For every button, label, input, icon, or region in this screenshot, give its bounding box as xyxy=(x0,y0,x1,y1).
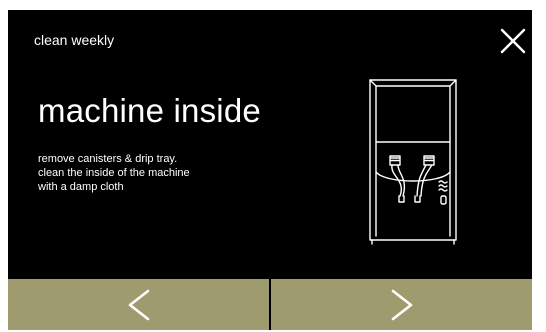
machine-illustration xyxy=(360,76,470,248)
next-button[interactable] xyxy=(269,279,532,330)
instruction-line: clean the inside of the machine xyxy=(38,167,190,179)
screen-title: clean weekly xyxy=(34,32,115,48)
instruction-line: with a damp cloth xyxy=(38,181,124,193)
chevron-left-icon xyxy=(128,289,149,320)
chevron-right-icon xyxy=(391,289,412,320)
close-icon xyxy=(500,28,526,54)
instructions: remove canisters & drip tray. clean the … xyxy=(38,152,190,194)
machine-inside-icon xyxy=(369,79,457,245)
step-heading: machine inside xyxy=(38,92,261,129)
close-button[interactable] xyxy=(498,26,528,56)
navigation-bar xyxy=(8,279,532,330)
screen: clean weekly machine inside remove canis… xyxy=(8,10,532,330)
previous-button[interactable] xyxy=(8,279,269,330)
instruction-line: remove canisters & drip tray. xyxy=(38,153,178,165)
